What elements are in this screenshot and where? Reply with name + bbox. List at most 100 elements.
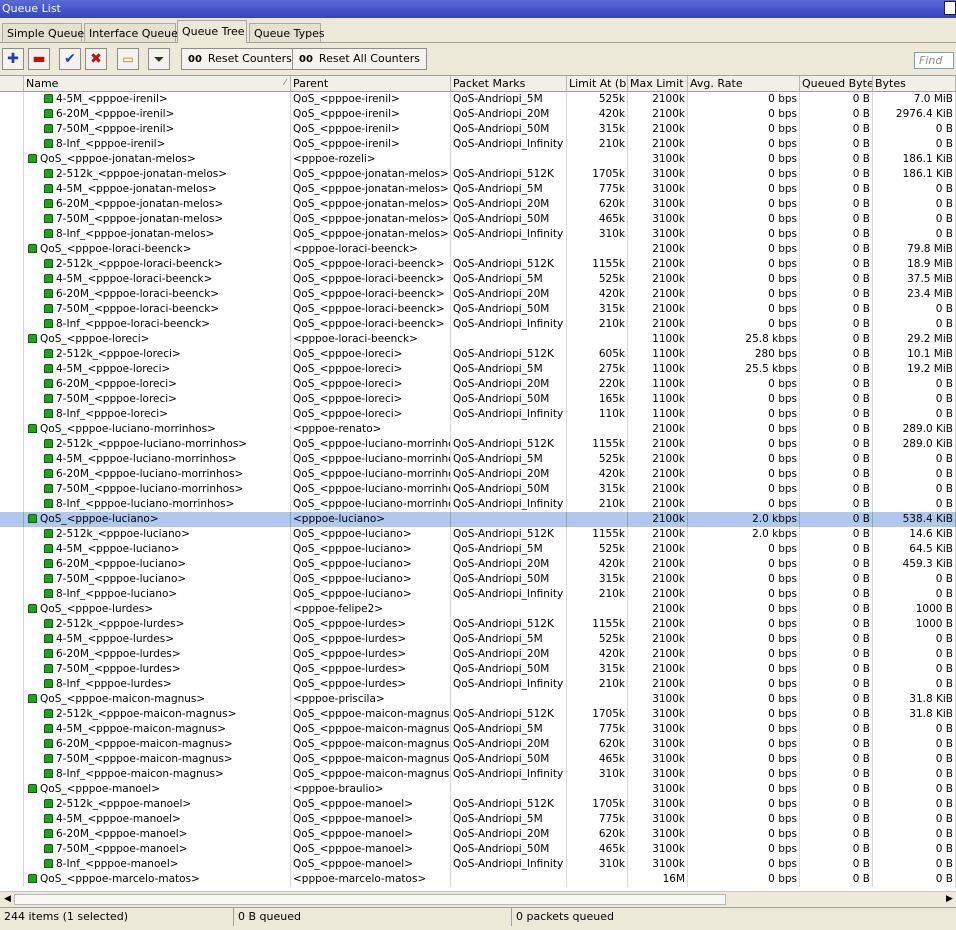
window-restore-button[interactable] [944,1,956,15]
table-row[interactable]: QoS_<pppoe-manoel> <pppoe-braulio> 3100k 0 … [0,782,956,797]
cell-parent: QoS_<pppoe-loreci> [291,392,451,407]
table-row[interactable]: 8-Inf_<pppoe-loreci> QoS_<pppoe-loreci> Qo… [0,407,956,422]
remove-icon[interactable]: ▬ [28,48,50,70]
header-max-limit[interactable]: Max Limit ... [628,76,688,91]
comment-icon[interactable]: ▭ [117,48,139,70]
tab-simple-queues[interactable]: Simple Queues [2,23,90,42]
add-icon[interactable]: ✚ [2,48,24,70]
table-row[interactable]: 2-512k_<pppoe-loraci-beenck> QoS_<pppoe-l… [0,257,956,272]
table-row[interactable]: 4-5M_<pppoe-irenil> QoS_<pppoe-irenil> QoS… [0,92,956,107]
header-queued-bytes[interactable]: Queued Bytes [800,76,873,91]
table-row[interactable]: 6-20M_<pppoe-luciano-morrinhos> QoS_<pppo… [0,467,956,482]
filter-icon[interactable]: ⏷ [148,48,170,70]
disable-icon[interactable]: ✖ [85,48,107,70]
table-row[interactable]: QoS_<pppoe-jonatan-melos> <pppoe-rozeli> 3… [0,152,956,167]
header-name[interactable]: Name ⁄ [24,76,291,91]
cell-limit-at: 620k [567,197,628,212]
cell-packet-marks: QoS-Andriopi_20M [451,377,567,392]
table-row[interactable]: 4-5M_<pppoe-luciano-morrinhos> QoS_<pppoe… [0,452,956,467]
cell-packet-marks: QoS-Andriopi_5M [451,452,567,467]
queue-icon [44,94,53,103]
reset-counters-button[interactable]: 00 Reset Counters [181,48,299,70]
cell-avg-rate: 25.5 kbps [688,362,800,377]
cell-limit-at: 110k [567,407,628,422]
header-packet-marks[interactable]: Packet Marks [451,76,567,91]
table-row[interactable]: QoS_<pppoe-lurdes> <pppoe-felipe2> 2100k 0 … [0,602,956,617]
table-row[interactable]: 8-Inf_<pppoe-luciano> QoS_<pppoe-luciano>… [0,587,956,602]
table-row[interactable]: 8-Inf_<pppoe-maicon-magnus> QoS_<pppoe-ma… [0,767,956,782]
table-row[interactable]: 8-Inf_<pppoe-lurdes> QoS_<pppoe-lurdes> Qo… [0,677,956,692]
table-row[interactable]: 2-512k_<pppoe-jonatan-melos> QoS_<pppoe-j… [0,167,956,182]
find-input[interactable]: Find [914,52,954,69]
table-row[interactable]: QoS_<pppoe-loreci> <pppoe-loraci-beenck> 1… [0,332,956,347]
table-row[interactable]: 7-50M_<pppoe-irenil> QoS_<pppoe-irenil> Qo… [0,122,956,137]
cell-bytes: 538.4 KiB [873,512,956,527]
table-row[interactable]: 4-5M_<pppoe-manoel> QoS_<pppoe-manoel> QoS… [0,812,956,827]
table-row[interactable]: 6-20M_<pppoe-luciano> QoS_<pppoe-luciano>… [0,557,956,572]
table-row[interactable]: 8-Inf_<pppoe-loraci-beenck> QoS_<pppoe-lo… [0,317,956,332]
table-row[interactable]: 8-Inf_<pppoe-irenil> QoS_<pppoe-irenil> Qo… [0,137,956,152]
table-row[interactable]: 7-50M_<pppoe-lurdes> QoS_<pppoe-lurdes> Qo… [0,662,956,677]
table-row[interactable]: 4-5M_<pppoe-lurdes> QoS_<pppoe-lurdes> QoS… [0,632,956,647]
tab-interface-queues[interactable]: Interface Queues [84,23,184,42]
table-row[interactable]: QoS_<pppoe-marcelo-matos> <pppoe-marcelo-… [0,872,956,887]
queue-tree-table[interactable]: Name⁄ Parent Packet Marks Limit At (b...… [0,75,956,891]
tab-queue-types[interactable]: Queue Types [249,23,325,42]
table-row[interactable]: 8-Inf_<pppoe-jonatan-melos> QoS_<pppoe-jo… [0,227,956,242]
table-row[interactable]: 7-50M_<pppoe-luciano> QoS_<pppoe-luciano>… [0,572,956,587]
table-row[interactable]: 2-512k_<pppoe-manoel> QoS_<pppoe-manoel> Q… [0,797,956,812]
table-row[interactable]: 2-512k_<pppoe-luciano-morrinhos> QoS_<ppp… [0,437,956,452]
table-row[interactable]: QoS_<pppoe-luciano> <pppoe-luciano> 2100k 2… [0,512,956,527]
table-row[interactable]: 7-50M_<pppoe-loraci-beenck> QoS_<pppoe-lo… [0,302,956,317]
table-row[interactable]: 6-20M_<pppoe-manoel> QoS_<pppoe-manoel> Qo… [0,827,956,842]
table-row[interactable]: 7-50M_<pppoe-jonatan-melos> QoS_<pppoe-jo… [0,212,956,227]
table-row[interactable]: 6-20M_<pppoe-maicon-magnus> QoS_<pppoe-ma… [0,737,956,752]
reset-all-counters-button[interactable]: 00 Reset All Counters [292,48,427,70]
table-row[interactable]: 2-512k_<pppoe-maicon-magnus> QoS_<pppoe-m… [0,707,956,722]
cell-packet-marks: QoS-Andriopi_5M [451,632,567,647]
queue-icon [44,769,53,778]
cell-spacer [0,707,24,722]
header-limit-at[interactable]: Limit At (b... [567,76,628,91]
queue-icon [44,814,53,823]
horizontal-scrollbar[interactable]: ◀ ▶ [0,891,956,907]
table-row[interactable]: 7-50M_<pppoe-luciano-morrinhos> QoS_<pppo… [0,482,956,497]
table-row[interactable]: 7-50M_<pppoe-maicon-magnus> QoS_<pppoe-ma… [0,752,956,767]
table-row[interactable]: 6-20M_<pppoe-loraci-beenck> QoS_<pppoe-lo… [0,287,956,302]
table-row[interactable]: 4-5M_<pppoe-loreci> QoS_<pppoe-loreci> QoS… [0,362,956,377]
table-row[interactable]: QoS_<pppoe-luciano-morrinhos> <pppoe-rena… [0,422,956,437]
table-row[interactable]: 8-Inf_<pppoe-manoel> QoS_<pppoe-manoel> Qo… [0,857,956,872]
scrollbar-thumb[interactable] [14,894,726,905]
row-name-text: 2-512k_<pppoe-luciano-morrinhos> [56,438,248,450]
cell-limit-at: 315k [567,482,628,497]
table-row[interactable]: 2-512k_<pppoe-luciano> QoS_<pppoe-luciano… [0,527,956,542]
cell-queued-bytes: 0 B [800,662,873,677]
table-row[interactable]: 2-512k_<pppoe-loreci> QoS_<pppoe-loreci> Q… [0,347,956,362]
cell-bytes: 0 B [873,662,956,677]
header-avg-rate[interactable]: Avg. Rate [688,76,800,91]
table-row[interactable]: QoS_<pppoe-loraci-beenck> <pppoe-loraci-b… [0,242,956,257]
table-row[interactable]: QoS_<pppoe-maicon-magnus> <pppoe-priscila… [0,692,956,707]
table-row[interactable]: 7-50M_<pppoe-loreci> QoS_<pppoe-loreci> Qo… [0,392,956,407]
scroll-right-icon[interactable]: ▶ [946,894,953,904]
row-name-text: QoS_<pppoe-manoel> [40,783,160,795]
table-row[interactable]: 4-5M_<pppoe-maicon-magnus> QoS_<pppoe-mai… [0,722,956,737]
scroll-left-icon[interactable]: ◀ [4,894,11,904]
tab-queue-tree[interactable]: Queue Tree [177,20,247,43]
header-bytes[interactable]: Bytes [873,76,956,91]
table-row[interactable]: 2-512k_<pppoe-lurdes> QoS_<pppoe-lurdes> Q… [0,617,956,632]
table-row[interactable]: 8-Inf_<pppoe-luciano-morrinhos> QoS_<pppo… [0,497,956,512]
table-row[interactable]: 6-20M_<pppoe-irenil> QoS_<pppoe-irenil> Qo… [0,107,956,122]
cell-packet-marks: QoS-Andriopi_Infinity [451,677,567,692]
cell-packet-marks [451,692,567,707]
table-row[interactable]: 6-20M_<pppoe-lurdes> QoS_<pppoe-lurdes> Qo… [0,647,956,662]
table-row[interactable]: 4-5M_<pppoe-luciano> QoS_<pppoe-luciano> Q… [0,542,956,557]
enable-icon[interactable]: ✔ [59,48,81,70]
table-row[interactable]: 7-50M_<pppoe-manoel> QoS_<pppoe-manoel> Qo… [0,842,956,857]
table-row[interactable]: 4-5M_<pppoe-jonatan-melos> QoS_<pppoe-jon… [0,182,956,197]
table-row[interactable]: 4-5M_<pppoe-loraci-beenck> QoS_<pppoe-lor… [0,272,956,287]
table-row[interactable]: 6-20M_<pppoe-loreci> QoS_<pppoe-loreci> Qo… [0,377,956,392]
cell-queued-bytes: 0 B [800,152,873,167]
header-parent[interactable]: Parent [291,76,451,91]
table-row[interactable]: 6-20M_<pppoe-jonatan-melos> QoS_<pppoe-jo… [0,197,956,212]
